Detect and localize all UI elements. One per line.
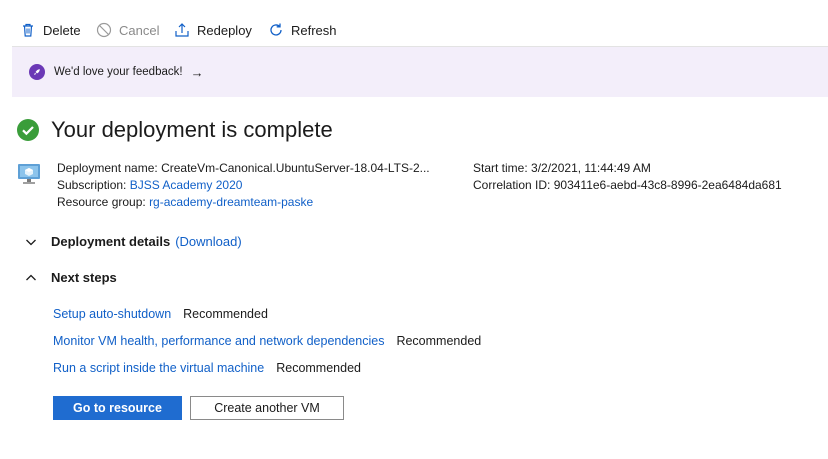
redeploy-label: Redeploy (197, 22, 252, 38)
page-title: Your deployment is complete (51, 117, 333, 142)
subscription-row: Subscription: BJSS Academy 2020 (57, 177, 430, 194)
deployment-timing-info: Start time: 3/2/2021, 11:44:49 AM Correl… (473, 160, 782, 194)
start-time-value: 3/2/2021, 11:44:49 AM (531, 161, 651, 175)
recommended-tag: Recommended (396, 334, 482, 348)
cancel-label: Cancel (119, 22, 160, 38)
deployment-name-row: Deployment name: CreateVm-Canonical.Ubun… (57, 160, 430, 177)
upload-icon (175, 23, 189, 37)
run-script-link[interactable]: Run a script inside the virtual machine (53, 361, 264, 375)
download-link[interactable]: (Download) (175, 234, 241, 249)
recommended-tag: Recommended (276, 361, 361, 375)
status-header: Your deployment is complete (17, 117, 333, 143)
create-another-vm-button[interactable]: Create another VM (190, 396, 344, 420)
correlation-id-label: Correlation ID: (473, 178, 551, 192)
feedback-text: We'd love your feedback! (54, 66, 183, 78)
resource-group-link[interactable]: rg-academy-dreamteam-paske (149, 195, 313, 209)
delete-button[interactable]: Delete (20, 18, 81, 42)
auto-shutdown-link[interactable]: Setup auto-shutdown (53, 307, 171, 321)
refresh-label: Refresh (291, 22, 337, 38)
list-item: Run a script inside the virtual machine … (53, 361, 361, 375)
rocket-icon (29, 64, 45, 80)
list-item: Monitor VM health, performance and netwo… (53, 334, 481, 348)
go-to-resource-button[interactable]: Go to resource (53, 396, 182, 420)
virtual-machine-icon (18, 164, 40, 184)
deployment-name-value: CreateVm-Canonical.UbuntuServer-18.04-LT… (161, 161, 430, 175)
next-steps-label: Next steps (51, 270, 117, 285)
resource-group-row: Resource group: rg-academy-dreamteam-pas… (57, 194, 430, 211)
correlation-id-row: Correlation ID: 903411e6-aebd-43c8-8996-… (473, 177, 782, 194)
deployment-details-section[interactable]: Deployment details (Download) (25, 234, 242, 249)
refresh-button[interactable]: Refresh (268, 18, 337, 42)
start-time-row: Start time: 3/2/2021, 11:44:49 AM (473, 160, 782, 177)
cancel-button[interactable]: Cancel (96, 18, 159, 42)
resource-group-label: Resource group: (57, 195, 146, 209)
delete-label: Delete (43, 22, 81, 38)
monitor-vm-health-link[interactable]: Monitor VM health, performance and netwo… (53, 334, 384, 348)
chevron-down-icon (26, 239, 36, 245)
cancel-circle-icon (96, 22, 112, 38)
redeploy-button[interactable]: Redeploy (174, 18, 252, 42)
command-bar: Delete Cancel Redeploy Refresh (0, 0, 828, 46)
next-steps-section[interactable]: Next steps (25, 270, 117, 285)
subscription-label: Subscription: (57, 178, 127, 192)
refresh-icon (270, 23, 282, 36)
feedback-banner[interactable]: We'd love your feedback! → (12, 47, 828, 97)
chevron-up-icon (26, 274, 36, 280)
deployment-info: Deployment name: CreateVm-Canonical.Ubun… (57, 160, 430, 211)
deployment-name-label: Deployment name: (57, 161, 158, 175)
success-check-icon (17, 119, 39, 141)
correlation-id-value: 903411e6-aebd-43c8-8996-2ea6484da681 (553, 178, 782, 192)
deployment-details-label: Deployment details (51, 234, 171, 249)
recommended-tag: Recommended (183, 307, 268, 321)
subscription-link[interactable]: BJSS Academy 2020 (130, 178, 243, 192)
list-item: Setup auto-shutdown Recommended (53, 307, 268, 321)
arrow-right-icon: → (190, 64, 204, 80)
start-time-label: Start time: (473, 161, 528, 175)
trash-icon (23, 23, 33, 37)
